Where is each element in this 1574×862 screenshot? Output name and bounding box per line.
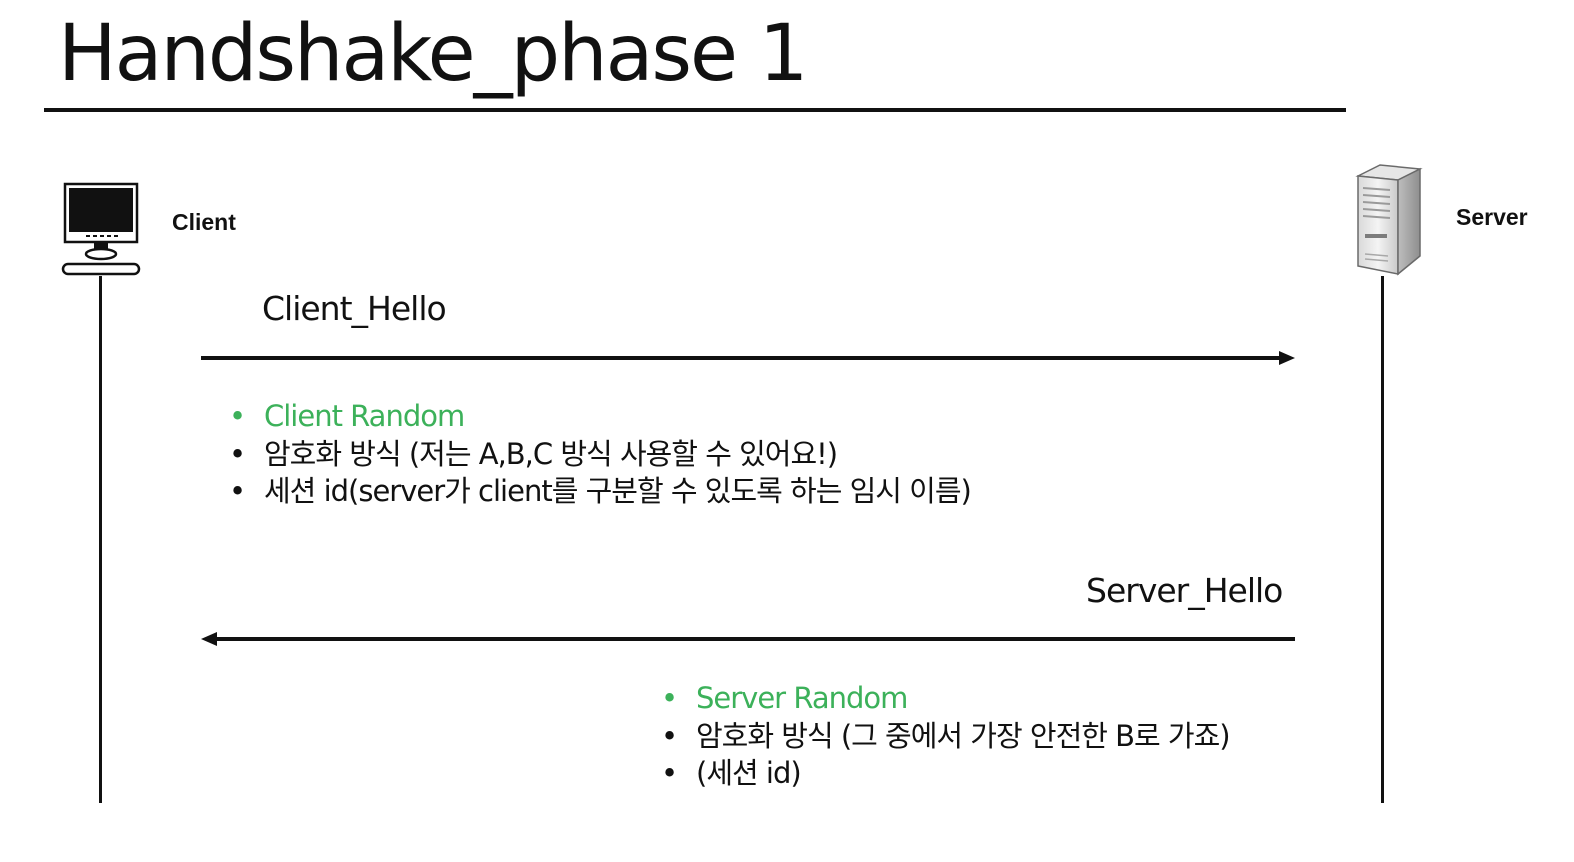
server-hello-label: Server_Hello — [1086, 571, 1283, 610]
title-underline — [44, 108, 1346, 112]
client-hello-label: Client_Hello — [262, 289, 447, 328]
cipher-suite-text: 암호화 방식 (저는 A,B,C 방식 사용할 수 있어요!) — [264, 436, 838, 471]
list-item: • 세션 id(server가 client를 구분할 수 있도록 하는 임시 … — [226, 473, 972, 511]
bullet-icon: • — [660, 718, 678, 753]
list-item: • Server Random — [658, 680, 1230, 718]
session-id-text: (세션 id) — [696, 756, 802, 790]
bullet-icon: • — [660, 681, 678, 715]
client-hello-arrow — [201, 351, 1295, 365]
list-item: • (세션 id) — [658, 755, 1230, 793]
bullet-icon: • — [228, 474, 246, 508]
bullet-icon: • — [228, 399, 246, 433]
client-random-text: Client Random — [264, 399, 465, 433]
server-icon — [1350, 160, 1426, 280]
list-item: • 암호화 방식 (그 중에서 가장 안전한 B로 가죠) — [658, 718, 1231, 756]
client-label: Client — [172, 209, 236, 235]
client-hello-details: • Client Random • 암호화 방식 (저는 A,B,C 방식 사용… — [226, 398, 972, 511]
server-hello-details: • Server Random • 암호화 방식 (그 중에서 가장 안전한 B… — [658, 680, 1231, 793]
client-lifeline — [99, 276, 102, 803]
bullet-icon: • — [228, 436, 246, 471]
computer-icon — [60, 182, 144, 278]
server-label: Server — [1456, 204, 1528, 230]
chosen-cipher-text: 암호화 방식 (그 중에서 가장 안전한 B로 가죠) — [696, 718, 1231, 753]
session-id-text: 세션 id(server가 client를 구분할 수 있도록 하는 임시 이름… — [264, 474, 972, 508]
server-random-text: Server Random — [696, 681, 908, 715]
list-item: • 암호화 방식 (저는 A,B,C 방식 사용할 수 있어요!) — [226, 436, 971, 474]
server-hello-arrow — [201, 632, 1295, 646]
list-item: • Client Random — [226, 398, 971, 436]
bullet-icon: • — [660, 756, 678, 790]
server-lifeline — [1381, 276, 1384, 803]
page-title: Handshake_phase 1 — [58, 9, 808, 99]
